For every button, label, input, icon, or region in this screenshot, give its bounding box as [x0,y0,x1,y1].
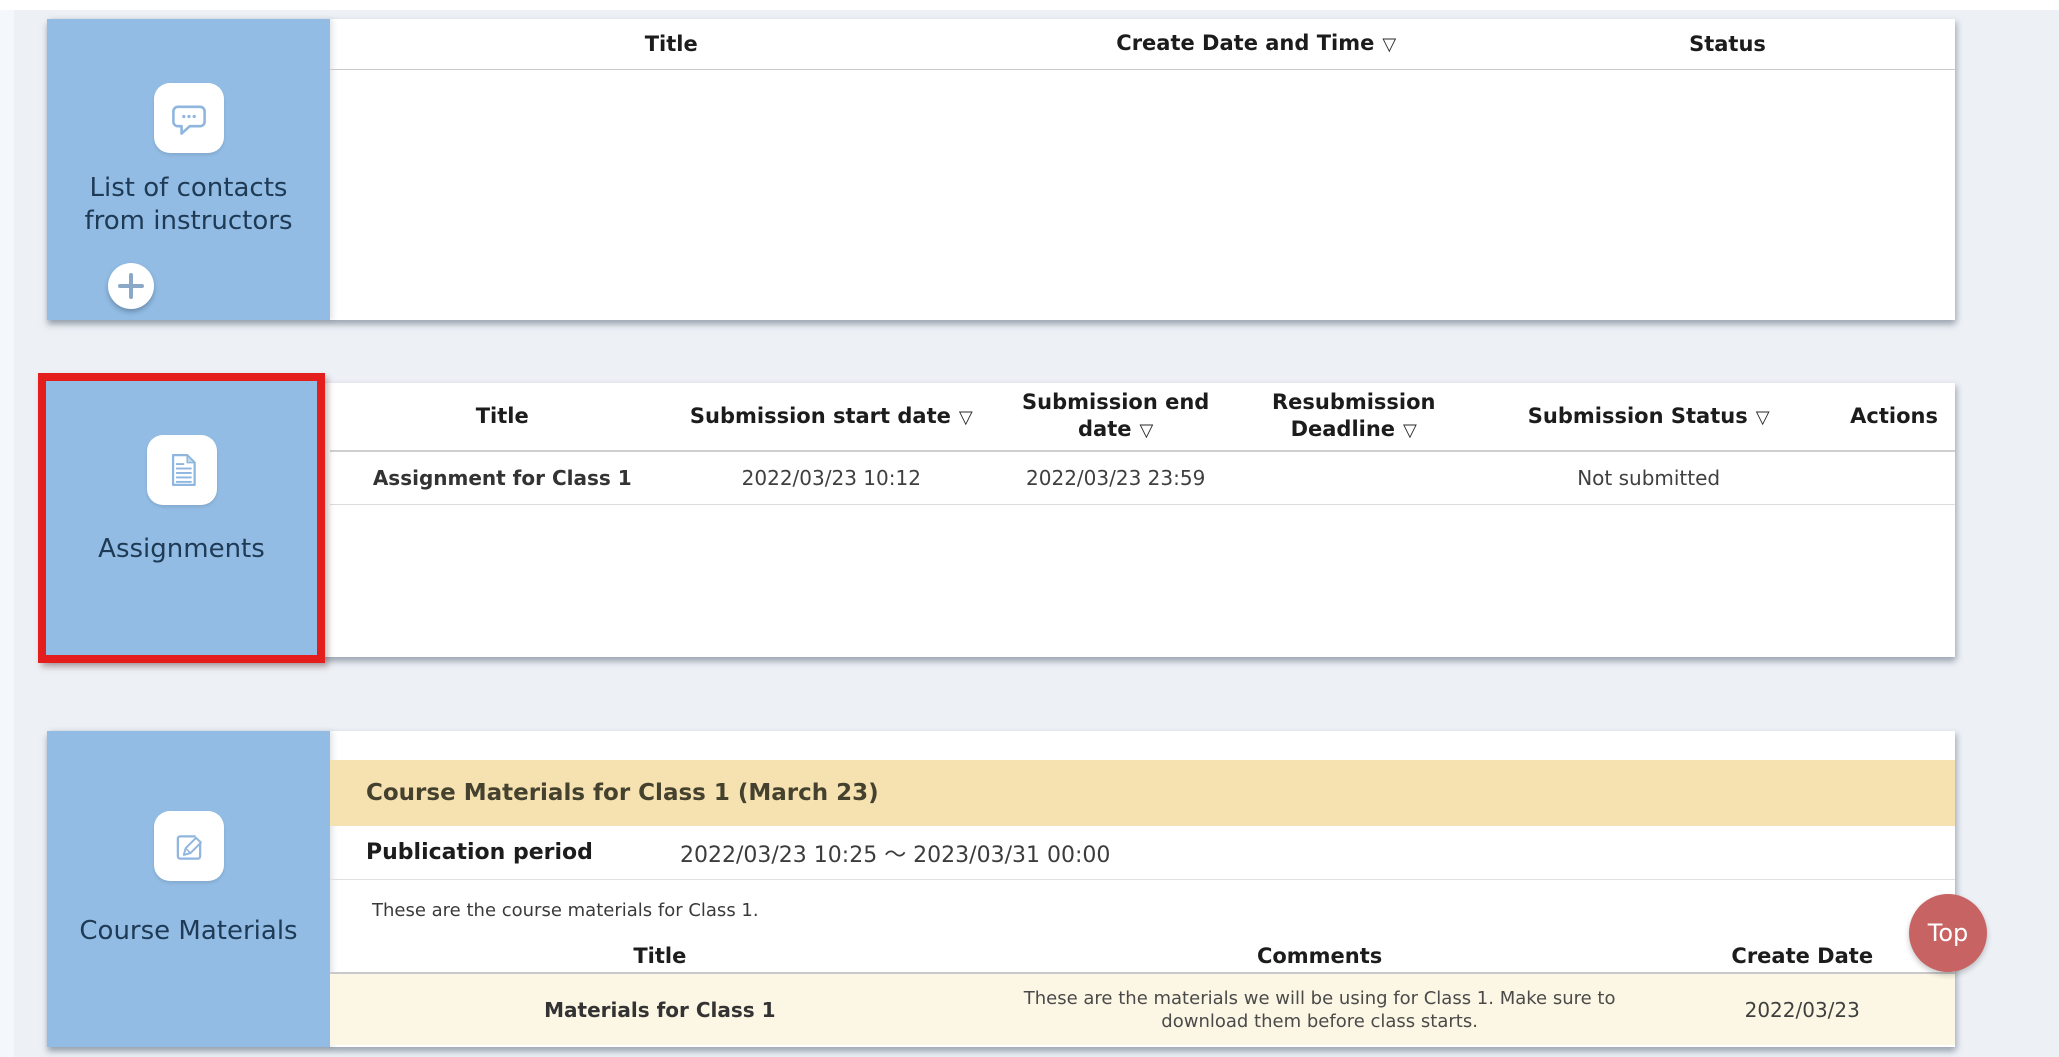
assignments-table-header: Title Submission start date▽ Submission … [330,383,1955,452]
assignments-tile-label: Assignments [57,533,307,566]
contacts-table-header: Title Create Date and Time▽ Status [330,19,1955,70]
materials-card: Course Materials Course Materials for Cl… [47,731,1955,1047]
plus-icon [108,263,154,309]
contacts-table-body-empty [330,70,1955,319]
sort-desc-icon: ▽ [1382,34,1396,55]
assignments-tile-selected[interactable]: Assignments [38,373,325,663]
contacts-tile[interactable]: List of contacts from instructors [47,19,330,320]
material-comments-cell: These are the materials we will be using… [990,974,1650,1045]
speech-bubble-icon [154,83,224,153]
column-header-create-date: Create Date [1650,940,1955,972]
add-contact-button[interactable] [108,263,154,309]
column-header-submission-status[interactable]: Submission Status▽ [1464,383,1833,450]
page-left-strip [0,10,14,1057]
column-header-resubmission-deadline[interactable]: Resubmission Deadline▽ [1243,383,1464,450]
materials-group-header: Course Materials for Class 1 (March 23) [330,760,1955,826]
column-header-title: Title [330,383,675,450]
edit-icon [154,811,224,881]
assignment-end-cell: 2022/03/23 23:59 [988,452,1243,504]
materials-description: These are the course materials for Class… [330,880,1955,940]
materials-top-gap [330,731,1955,760]
scroll-to-top-button[interactable]: Top [1909,894,1987,972]
contacts-card: List of contacts from instructors Title … [47,19,1955,320]
sort-desc-icon: ▽ [1139,420,1153,441]
assignment-status-cell: Not submitted [1464,452,1833,504]
materials-tile-label: Course Materials [64,915,314,948]
materials-panel: Course Materials for Class 1 (March 23) … [330,731,1955,1047]
page-top-strip [0,0,2059,10]
column-header-title: Title [330,19,1013,69]
assignment-actions-cell [1833,452,1955,504]
document-icon [147,435,217,505]
publication-period-value: 2022/03/23 10:25 ～ 2023/03/31 00:00 [680,837,1110,869]
column-header-submission-start[interactable]: Submission start date▽ [675,383,989,450]
sort-desc-icon: ▽ [959,407,973,428]
assignment-title-cell[interactable]: Assignment for Class 1 [330,452,675,504]
sort-desc-icon: ▽ [1403,420,1417,441]
contacts-table: Title Create Date and Time▽ Status [330,19,1955,320]
assignments-table: Title Submission start date▽ Submission … [330,383,1955,657]
assignments-card: Assignments Title Submission start date▽… [47,383,1955,657]
material-create-date-cell: 2022/03/23 [1650,974,1955,1045]
column-header-submission-end[interactable]: Submission end date▽ [988,383,1243,450]
assignment-row[interactable]: Assignment for Class 1 2022/03/23 10:12 … [330,452,1955,505]
column-header-title: Title [330,940,990,972]
assignment-start-cell: 2022/03/23 10:12 [675,452,989,504]
assignment-resubmission-cell [1243,452,1464,504]
materials-table-header: Title Comments Create Date [330,940,1955,974]
material-row[interactable]: Materials for Class 1 These are the mate… [330,974,1955,1045]
publication-period-label: Publication period [330,840,636,865]
column-header-comments: Comments [990,940,1650,972]
column-header-actions: Actions [1833,383,1955,450]
column-header-create-date[interactable]: Create Date and Time▽ [1013,19,1501,69]
publication-period-row: Publication period 2022/03/23 10:25 ～ 20… [330,826,1955,880]
sort-desc-icon: ▽ [1756,407,1770,428]
contacts-tile-label: List of contacts from instructors [64,172,314,238]
column-header-status: Status [1500,19,1955,69]
materials-tile[interactable]: Course Materials [47,731,330,1047]
material-title-cell[interactable]: Materials for Class 1 [330,974,990,1045]
